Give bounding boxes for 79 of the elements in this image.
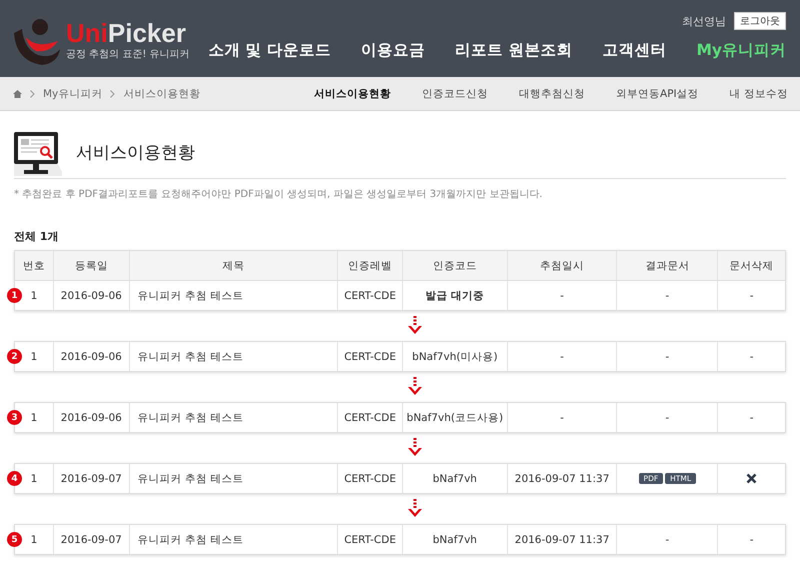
breadcrumb-item[interactable]: My유니피커 — [43, 86, 102, 100]
subnav-item[interactable]: 인증코드신청 — [422, 86, 488, 100]
table-cell: - — [750, 534, 754, 546]
table-cell: - — [560, 350, 564, 362]
column-header: 번호 — [22, 258, 45, 272]
table-cell: - — [560, 412, 564, 424]
column-header: 결과문서 — [645, 258, 690, 272]
user-name: 최선영님 — [682, 14, 726, 28]
nav-item[interactable]: 고객센터 — [602, 40, 666, 61]
step-badge: 3 — [7, 410, 22, 425]
table-cell: 1 — [30, 290, 38, 302]
table-cell: 유니피커 추첨 테스트 — [138, 410, 244, 424]
table-cell: 2016-09-07 11:37 — [514, 534, 610, 546]
table-cell: bNaf7vh — [432, 472, 477, 484]
nav-item[interactable]: 이용요금 — [361, 40, 426, 61]
chevron-icon — [110, 90, 116, 98]
total-count: 전체 1개 — [14, 229, 60, 244]
table-cell: - — [560, 290, 564, 302]
down-arrow-icon — [407, 377, 423, 397]
nav-item[interactable]: 리포트 원본조회 — [455, 40, 572, 61]
column-header: 등록일 — [74, 258, 108, 272]
table-cell: bNaf7vh(미사용) — [412, 350, 498, 364]
table-cell: CERT-CDE — [344, 412, 396, 424]
step-badge: 2 — [7, 349, 22, 364]
table-cell: 2016-09-07 — [60, 534, 122, 546]
table-cell: 유니피커 추첨 테스트 — [138, 350, 244, 364]
table-cell: 발급 대기중 — [426, 288, 484, 302]
table-cell: - — [750, 350, 754, 362]
down-arrow-icon — [407, 438, 423, 458]
brand-logo[interactable]: UniPicker — [66, 20, 190, 46]
column-header: 제목 — [222, 258, 244, 272]
column-header: 인증레벨 — [348, 258, 392, 272]
tagline: 공정 추첨의 표준! 유니피커 — [66, 48, 190, 61]
monitor-search-icon — [14, 130, 62, 178]
table-cell: 2016-09-07 — [60, 472, 122, 484]
table-cell: - — [750, 290, 754, 302]
table-cell: 1 — [30, 534, 38, 546]
step-badge: 1 — [7, 288, 22, 303]
table-cell: bNaf7vh — [432, 534, 477, 546]
nav-item[interactable]: 소개 및 다운로드 — [208, 40, 332, 61]
table-cell: 유니피커 추첨 테스트 — [138, 532, 244, 546]
table-cell: bNaf7vh(코드사용) — [406, 410, 504, 424]
table-cell: CERT-CDE — [344, 472, 396, 484]
table-cell: CERT-CDE — [344, 350, 396, 362]
breadcrumb-item[interactable]: 서비스이용현황 — [123, 86, 200, 100]
table-cell: 1 — [30, 350, 38, 362]
table-cell: 2016-09-06 — [60, 350, 122, 362]
table-cell: CERT-CDE — [344, 534, 396, 546]
table-cell: - — [665, 290, 670, 302]
table-cell: 2016-09-06 — [60, 290, 122, 302]
delete-icon[interactable] — [746, 473, 758, 484]
subnav-item[interactable]: 외부연동API설정 — [616, 86, 699, 100]
table-cell: CERT-CDE — [344, 290, 396, 302]
table-cell: 2016-09-06 — [60, 412, 122, 424]
subnav-item[interactable]: 대행추첨신청 — [519, 86, 586, 100]
column-header: 문서삭제 — [730, 258, 774, 272]
column-header: 추첨일시 — [540, 258, 584, 272]
subnav-item[interactable]: 내 정보수정 — [730, 86, 788, 100]
table-cell: 1 — [30, 472, 38, 484]
step-badge: 4 — [7, 471, 22, 486]
table-cell: - — [665, 412, 670, 424]
home-icon[interactable] — [13, 90, 22, 98]
subnav-item[interactable]: 서비스이용현황 — [314, 86, 392, 100]
table-cell: - — [665, 350, 670, 362]
nav-item[interactable]: My유니피커 — [696, 40, 786, 61]
notice-text: * 추첨완료 후 PDF결과리포트를 요청해주어야만 PDF파일이 생성되며, 파일은 생성일로부터 3개월까지만 보관됩니다. — [14, 188, 544, 201]
down-arrow-icon — [407, 499, 423, 519]
step-badge: 5 — [7, 532, 22, 547]
column-header: 인증코드 — [432, 258, 477, 272]
table-cell: 2016-09-07 11:37 — [514, 472, 610, 484]
table-cell: 유니피커 추첨 테스트 — [138, 472, 244, 486]
table-cell: 유니피커 추첨 테스트 — [138, 288, 244, 302]
table-cell: 1 — [30, 412, 38, 424]
table-cell: - — [665, 534, 670, 546]
chevron-icon — [30, 90, 35, 98]
logout-button[interactable]: 로그아웃 — [734, 12, 786, 30]
down-arrow-icon — [407, 316, 423, 336]
page-title: 서비스이용현황 — [76, 142, 195, 165]
table-cell: - — [750, 412, 754, 424]
